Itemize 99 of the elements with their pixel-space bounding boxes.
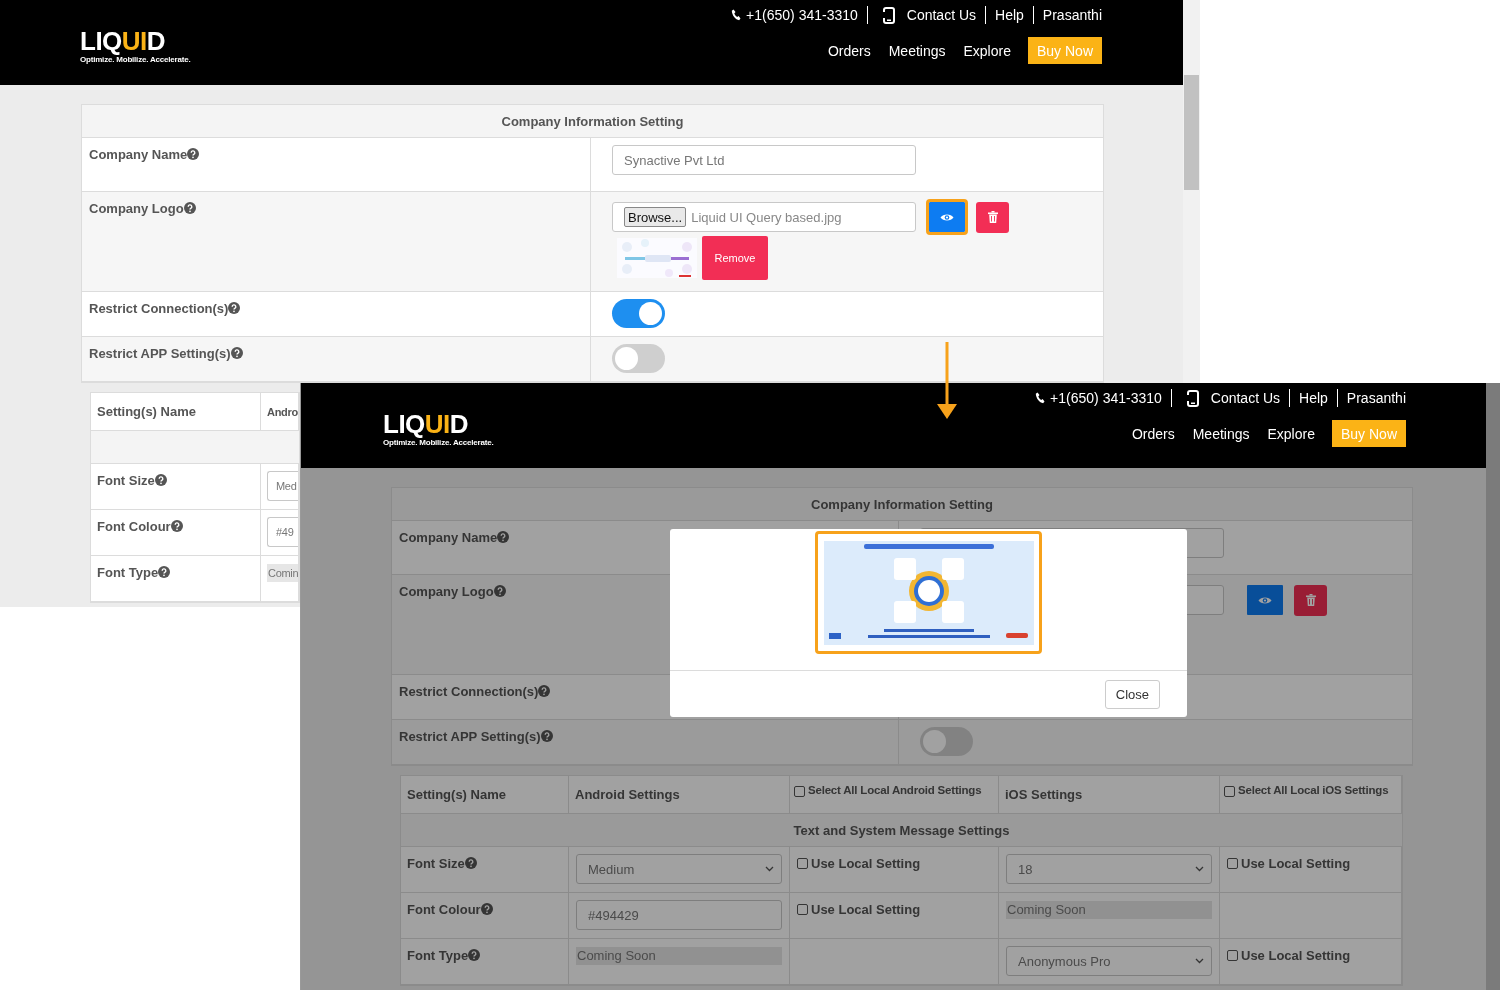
nav-link[interactable]: Contact Us [1210, 389, 1281, 407]
setting-label: Font Colour [407, 902, 481, 917]
section-heading: Text and System Message Settings [793, 822, 1010, 838]
help-icon[interactable] [154, 474, 167, 486]
nav-link[interactable]: Explore [963, 42, 1011, 59]
nav-link[interactable]: Meetings [888, 42, 946, 59]
field-label: Company Name [89, 147, 188, 162]
checkbox[interactable] [1224, 786, 1235, 797]
view-button[interactable] [926, 199, 968, 235]
text-field[interactable]: #494429 [576, 900, 782, 930]
help-icon[interactable] [480, 903, 493, 915]
text-field[interactable]: Med [267, 471, 298, 501]
text-field[interactable]: #49 [267, 517, 298, 547]
setting-label: Font Colour [97, 519, 171, 534]
delete-button[interactable] [976, 201, 1009, 233]
field-label: Restrict Connection(s) [399, 684, 539, 699]
phone-icon [1035, 392, 1046, 404]
column-header: iOS Settings [1005, 787, 1083, 802]
logo-tagline: Optimize. Mobilize. Accelerate. [383, 438, 494, 447]
help-icon[interactable] [497, 531, 510, 543]
remove-button[interactable]: Remove [702, 236, 768, 280]
mobile-phone-icon [1185, 389, 1200, 407]
column-header: Andro [267, 405, 298, 418]
readonly-field: Comin [267, 564, 298, 582]
help-icon[interactable] [228, 302, 241, 314]
view-button[interactable] [1244, 582, 1286, 618]
checkbox[interactable] [797, 904, 808, 915]
help-icon[interactable] [183, 202, 196, 214]
help-icon[interactable] [464, 857, 477, 869]
trash-icon [1305, 594, 1316, 606]
readonly-field: Coming Soon [1006, 901, 1212, 919]
help-icon[interactable] [540, 730, 553, 742]
text-field[interactable]: Synactive Pvt Ltd [612, 145, 916, 175]
caret-icon [1195, 866, 1204, 872]
mobile-phone-icon [881, 6, 896, 24]
nav-link[interactable]: Orders [1131, 425, 1175, 442]
nav-link[interactable]: Contact Us [906, 6, 977, 24]
readonly-field: Coming Soon [576, 947, 782, 965]
setting-label: Font Type [407, 948, 469, 963]
trash-icon [987, 211, 998, 223]
phone-number[interactable]: +1(650) 341-3310 [746, 6, 858, 24]
phone-icon [731, 9, 742, 21]
toggle-switch[interactable] [612, 344, 665, 373]
logo-tagline: Optimize. Mobilize. Accelerate. [80, 55, 191, 64]
column-header: Select All Local iOS Settings [1238, 784, 1389, 796]
caret-icon [1195, 958, 1204, 964]
eye-icon [1258, 595, 1272, 605]
checkbox[interactable] [797, 858, 808, 869]
checkbox-label[interactable]: Use Local Setting [811, 856, 921, 871]
toggle-switch[interactable] [920, 727, 973, 756]
setting-label: Font Size [97, 473, 155, 488]
help-icon[interactable] [187, 148, 200, 160]
help-icon[interactable] [468, 949, 481, 961]
help-icon[interactable] [230, 347, 243, 359]
column-header: Setting(s) Name [407, 787, 506, 802]
field-label: Company Logo [399, 584, 494, 599]
column-header: Android Settings [575, 787, 680, 802]
browse-button[interactable]: Browse... [624, 207, 687, 227]
checkbox[interactable] [1227, 858, 1238, 869]
setting-label: Font Size [407, 856, 465, 871]
help-icon[interactable] [538, 685, 551, 697]
field-label: Restrict Connection(s) [89, 301, 229, 316]
scrollbar[interactable] [1486, 383, 1500, 990]
file-name: Liquid UI Query based.jpg [691, 209, 842, 225]
eye-icon [940, 212, 954, 222]
field-label: Company Logo [89, 201, 184, 216]
help-icon[interactable] [493, 585, 506, 597]
delete-button[interactable] [1294, 584, 1327, 616]
caret-icon [765, 866, 774, 872]
checkbox-label[interactable]: Use Local Setting [811, 902, 921, 917]
phone-number[interactable]: +1(650) 341-3310 [1050, 389, 1162, 407]
section-title: Company Information Setting [811, 496, 993, 512]
nav-link[interactable]: Prasanthi [1042, 6, 1102, 24]
section-title: Company Information Setting [501, 113, 684, 129]
column-header: Select All Local Android Settings [808, 784, 982, 796]
checkbox-label[interactable]: Use Local Setting [1241, 856, 1351, 871]
checkbox[interactable] [1227, 950, 1238, 961]
nav-link[interactable]: Orders [827, 42, 871, 59]
dropdown[interactable]: Anonymous Pro [1006, 946, 1212, 976]
field-label: Company Name [399, 530, 498, 545]
logo-wordmark[interactable]: LIQUID [80, 28, 166, 54]
nav-link[interactable]: Help [1299, 389, 1328, 407]
column-header: Setting(s) Name [97, 404, 196, 419]
file-input-field[interactable]: Browse... Liquid UI Query based.jpg [612, 202, 916, 232]
nav-link[interactable]: Meetings [1192, 425, 1250, 442]
toggle-switch[interactable] [612, 299, 665, 328]
checkbox-label[interactable]: Use Local Setting [1241, 948, 1351, 963]
close-button[interactable]: Close [1104, 679, 1160, 709]
nav-link[interactable]: Help [995, 6, 1024, 24]
help-icon[interactable] [158, 566, 171, 578]
logo-wordmark[interactable]: LIQUID [383, 411, 469, 437]
nav-link[interactable]: Prasanthi [1346, 389, 1406, 407]
checkbox[interactable] [794, 786, 805, 797]
field-label: Restrict APP Setting(s) [89, 346, 231, 361]
help-icon[interactable] [170, 520, 183, 532]
nav-link[interactable]: Explore [1267, 425, 1315, 442]
setting-label: Font Type [97, 565, 159, 580]
field-label: Restrict APP Setting(s) [399, 729, 541, 744]
dropdown[interactable]: Medium [576, 854, 782, 884]
